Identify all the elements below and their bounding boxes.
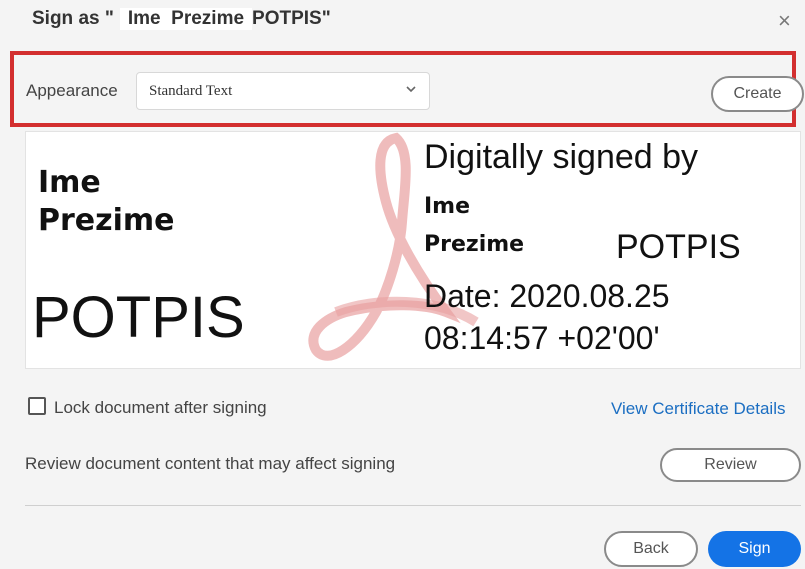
- create-button[interactable]: Create: [711, 76, 804, 112]
- digitally-signed-label: Digitally signed by: [424, 138, 699, 176]
- signature-last-name: Prezime: [38, 203, 175, 238]
- sign-button[interactable]: Sign: [708, 531, 801, 567]
- close-icon[interactable]: ×: [778, 10, 791, 32]
- appearance-label: Appearance: [26, 81, 118, 100]
- appearance-row: Appearance Standard Text Create: [10, 51, 804, 127]
- view-certificate-link[interactable]: View Certificate Details: [611, 399, 785, 419]
- chevron-down-icon: [405, 82, 417, 98]
- lock-checkbox[interactable]: [28, 397, 46, 415]
- signature-name: Ime Prezime: [38, 164, 174, 240]
- dialog-title: Sign as " Ime Prezime POTPIS": [32, 8, 331, 30]
- title-suffix: POTPIS": [252, 8, 331, 29]
- back-button[interactable]: Back: [604, 531, 698, 567]
- signer-first-name: Ime: [424, 194, 471, 219]
- review-description: Review document content that may affect …: [25, 454, 396, 473]
- signature-time: 08:14:57 +02'00': [424, 320, 660, 356]
- title-name: Ime Prezime: [119, 8, 253, 30]
- signature-preview: Ime Prezime POTPIS Digitally signed by I…: [25, 131, 801, 369]
- signer-potpis: POTPIS: [616, 228, 741, 266]
- lock-document-option[interactable]: Lock document after signing: [28, 397, 267, 418]
- signature-graphic-text: POTPIS: [32, 285, 245, 350]
- appearance-selected-value: Standard Text: [149, 83, 233, 99]
- signer-name: Ime Prezime: [424, 188, 524, 264]
- review-button[interactable]: Review: [660, 448, 801, 482]
- title-prefix: Sign as ": [32, 8, 114, 29]
- signature-date: Date: 2020.08.25: [424, 278, 670, 314]
- lock-label: Lock document after signing: [54, 398, 267, 417]
- appearance-dropdown[interactable]: Standard Text: [136, 72, 430, 110]
- signature-first-name: Ime: [38, 165, 101, 200]
- divider: [25, 505, 801, 506]
- signer-last-name: Prezime: [424, 232, 525, 257]
